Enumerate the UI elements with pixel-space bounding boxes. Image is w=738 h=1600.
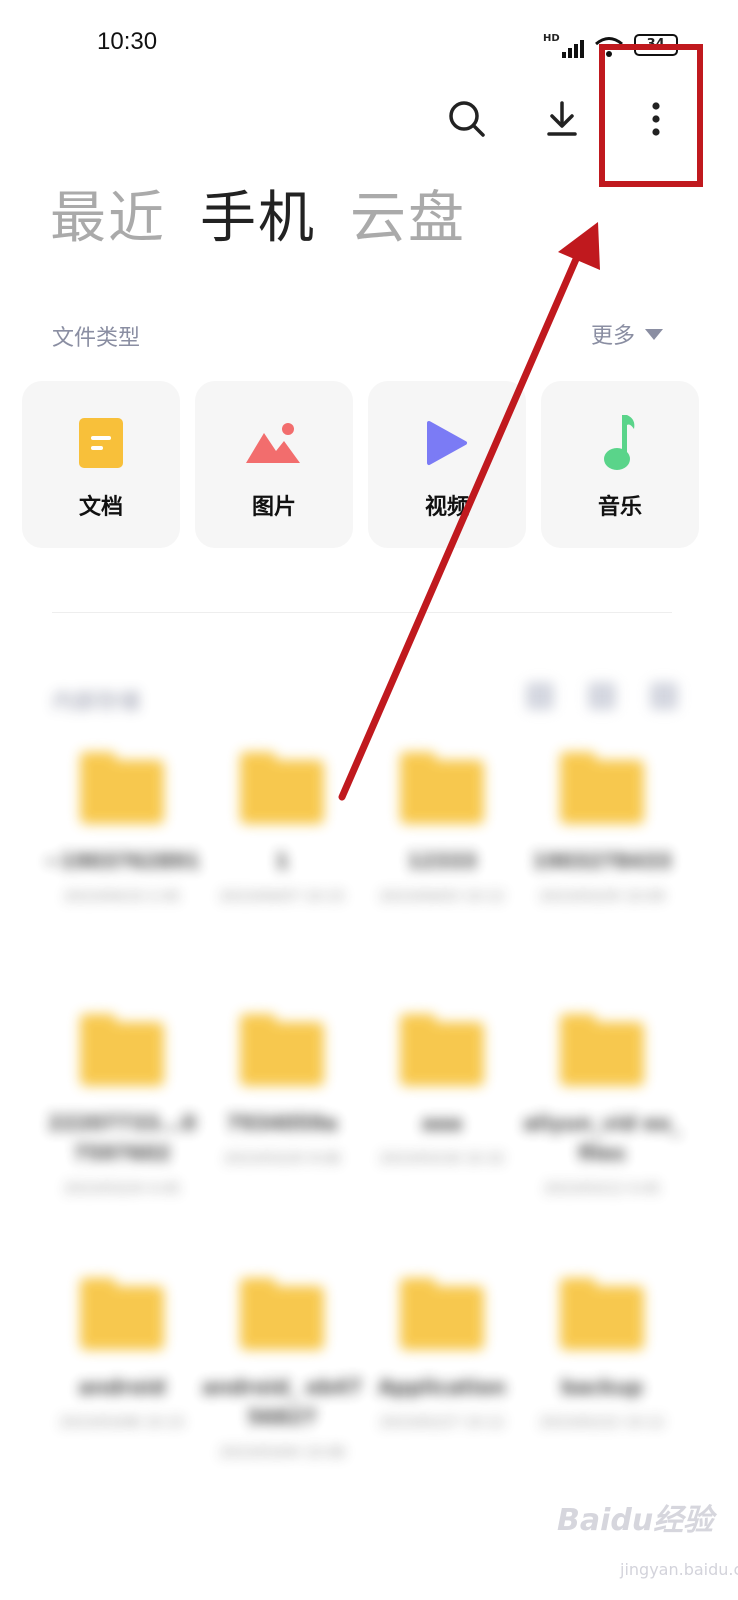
annotation-arrow [338,222,600,801]
baidu-watermark-url: jingyan.baidu.com [620,1560,738,1579]
baidu-watermark: Baidu经验 [557,1503,714,1538]
